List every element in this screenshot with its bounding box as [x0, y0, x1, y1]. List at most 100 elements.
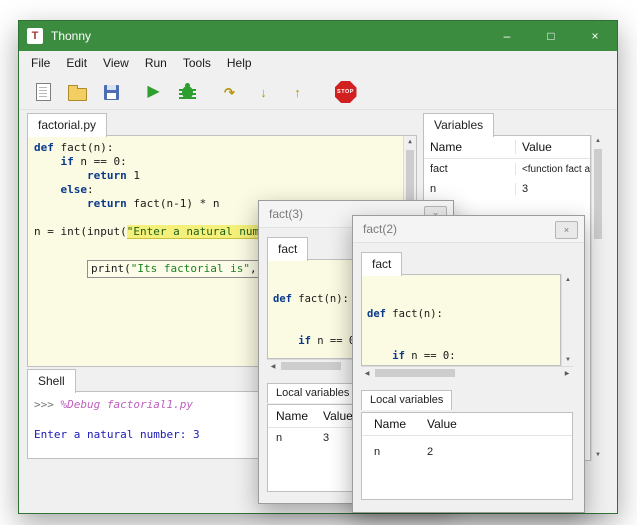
minimize-button[interactable]: –	[485, 21, 529, 51]
close-button[interactable]: ×	[573, 21, 617, 51]
table-row[interactable]: fact <function fact a	[424, 159, 590, 179]
variables-header: Name Value	[362, 413, 572, 436]
indent	[34, 197, 87, 210]
scroll-up-icon[interactable]: ▲	[562, 274, 574, 286]
debug-button[interactable]	[175, 80, 200, 105]
tab-fact[interactable]: fact	[361, 252, 402, 276]
local-variables-table: Name Value n 2	[361, 412, 573, 500]
window-title: fact(3)	[269, 207, 303, 221]
var-value: 2	[417, 446, 433, 458]
tab-factorial-py[interactable]: factorial.py	[27, 113, 107, 137]
thonny-logo-icon: T	[27, 28, 43, 44]
run-button[interactable]: ▶	[141, 80, 166, 105]
tab-variables[interactable]: Variables	[423, 113, 494, 137]
code-vertical-scrollbar[interactable]: ▲ ▼	[561, 274, 574, 366]
scrollbar-thumb[interactable]	[281, 362, 341, 370]
close-button[interactable]: ×	[555, 221, 578, 239]
code-view[interactable]: def fact(n): if n == 0: return 1 else: r…	[361, 274, 561, 366]
column-name: Name	[268, 409, 313, 423]
menu-tools[interactable]: Tools	[175, 53, 219, 73]
close-icon: ×	[564, 225, 569, 235]
scroll-up-icon[interactable]: ▲	[404, 136, 416, 148]
window-title: fact(2)	[363, 222, 397, 236]
indent	[34, 183, 61, 196]
table-row[interactable]: n 2	[362, 442, 572, 462]
menu-file[interactable]: File	[23, 53, 58, 73]
code-text: fact(n):	[386, 308, 443, 320]
keyword: return	[87, 197, 127, 210]
string-literal: "Its factorial is"	[131, 262, 250, 275]
step-into-button[interactable]: ↓	[251, 80, 276, 105]
table-row[interactable]: n 3	[424, 179, 590, 199]
menu-edit[interactable]: Edit	[58, 53, 95, 73]
keyword: else	[61, 183, 88, 196]
stop-icon: STOP	[335, 81, 357, 103]
debug-window-fact2: fact(2) × fact def fact(n): if n == 0: r…	[352, 215, 585, 513]
tab-fact[interactable]: fact	[267, 237, 308, 261]
code-text: 1	[127, 169, 140, 182]
code-line: if n == 0:	[34, 155, 416, 169]
shell-prompt: >>>	[34, 398, 54, 411]
code-line: else:	[34, 183, 416, 197]
stop-button[interactable]: STOP	[333, 80, 358, 105]
desktop: T Thonny – □ × File Edit View Run Tools …	[0, 0, 637, 525]
string-literal: "Enter a natural number	[127, 225, 279, 239]
variables-vertical-scrollbar[interactable]: ▲ ▼	[591, 135, 604, 461]
shell-command: %Debug factorial1.py	[61, 398, 193, 411]
keyword: def	[367, 308, 386, 320]
open-file-button[interactable]	[65, 80, 90, 105]
scrollbar-thumb[interactable]	[375, 369, 455, 377]
menu-view[interactable]: View	[95, 53, 137, 73]
keyword: def	[273, 293, 292, 305]
code-text: n == 0:	[74, 155, 127, 168]
column-value: Value	[313, 409, 353, 423]
scroll-left-icon[interactable]: ◀	[267, 360, 279, 372]
var-name: n	[268, 432, 313, 444]
maximize-button[interactable]: □	[529, 21, 573, 51]
save-button[interactable]	[99, 80, 124, 105]
toolbar: ▶ ↷ ↓ ↑ STOP	[19, 75, 617, 110]
code-horizontal-scrollbar[interactable]: ◀ ▶	[361, 366, 573, 379]
keyword: if	[298, 335, 311, 347]
indent	[34, 155, 61, 168]
scroll-down-icon[interactable]: ▼	[562, 354, 574, 366]
titlebar[interactable]: T Thonny – □ ×	[19, 21, 617, 51]
scrollbar-thumb[interactable]	[594, 149, 602, 239]
code-text: :	[87, 183, 94, 196]
stop-label: STOP	[337, 89, 354, 95]
tab-shell[interactable]: Shell	[27, 369, 76, 393]
var-name: n	[424, 183, 516, 195]
step-into-icon: ↓	[260, 86, 267, 99]
var-name: fact	[424, 163, 516, 175]
local-variables-label: Local variables	[361, 390, 452, 410]
keyword: return	[87, 169, 127, 182]
maximize-icon: □	[547, 29, 554, 43]
step-out-button[interactable]: ↑	[285, 80, 310, 105]
keyword: def	[34, 141, 54, 154]
new-file-button[interactable]	[31, 80, 56, 105]
close-icon: ×	[591, 29, 598, 43]
column-name: Name	[362, 417, 417, 431]
new-file-icon	[36, 83, 51, 101]
scroll-down-icon[interactable]: ▼	[592, 449, 604, 461]
scroll-right-icon[interactable]: ▶	[561, 367, 573, 379]
scroll-up-icon[interactable]: ▲	[592, 135, 604, 147]
column-value: Value	[417, 417, 457, 431]
logo-letter: T	[32, 30, 39, 42]
step-over-button[interactable]: ↷	[217, 80, 242, 105]
scroll-left-icon[interactable]: ◀	[361, 367, 373, 379]
menu-help[interactable]: Help	[219, 53, 260, 73]
var-value: 3	[313, 432, 329, 444]
run-icon: ▶	[147, 84, 159, 100]
window-title: Thonny	[51, 29, 91, 43]
step-out-icon: ↑	[294, 86, 301, 99]
window-controls: – □ ×	[485, 21, 617, 51]
titlebar[interactable]: fact(2) ×	[353, 216, 584, 243]
menu-run[interactable]: Run	[137, 53, 175, 73]
debug-bug-icon	[182, 86, 193, 99]
code-line: def fact(n):	[34, 141, 416, 155]
column-value: Value	[516, 140, 552, 154]
column-name: Name	[424, 140, 516, 154]
code-text: n == 0:	[405, 350, 456, 362]
code-line: def fact(n):	[367, 307, 560, 321]
